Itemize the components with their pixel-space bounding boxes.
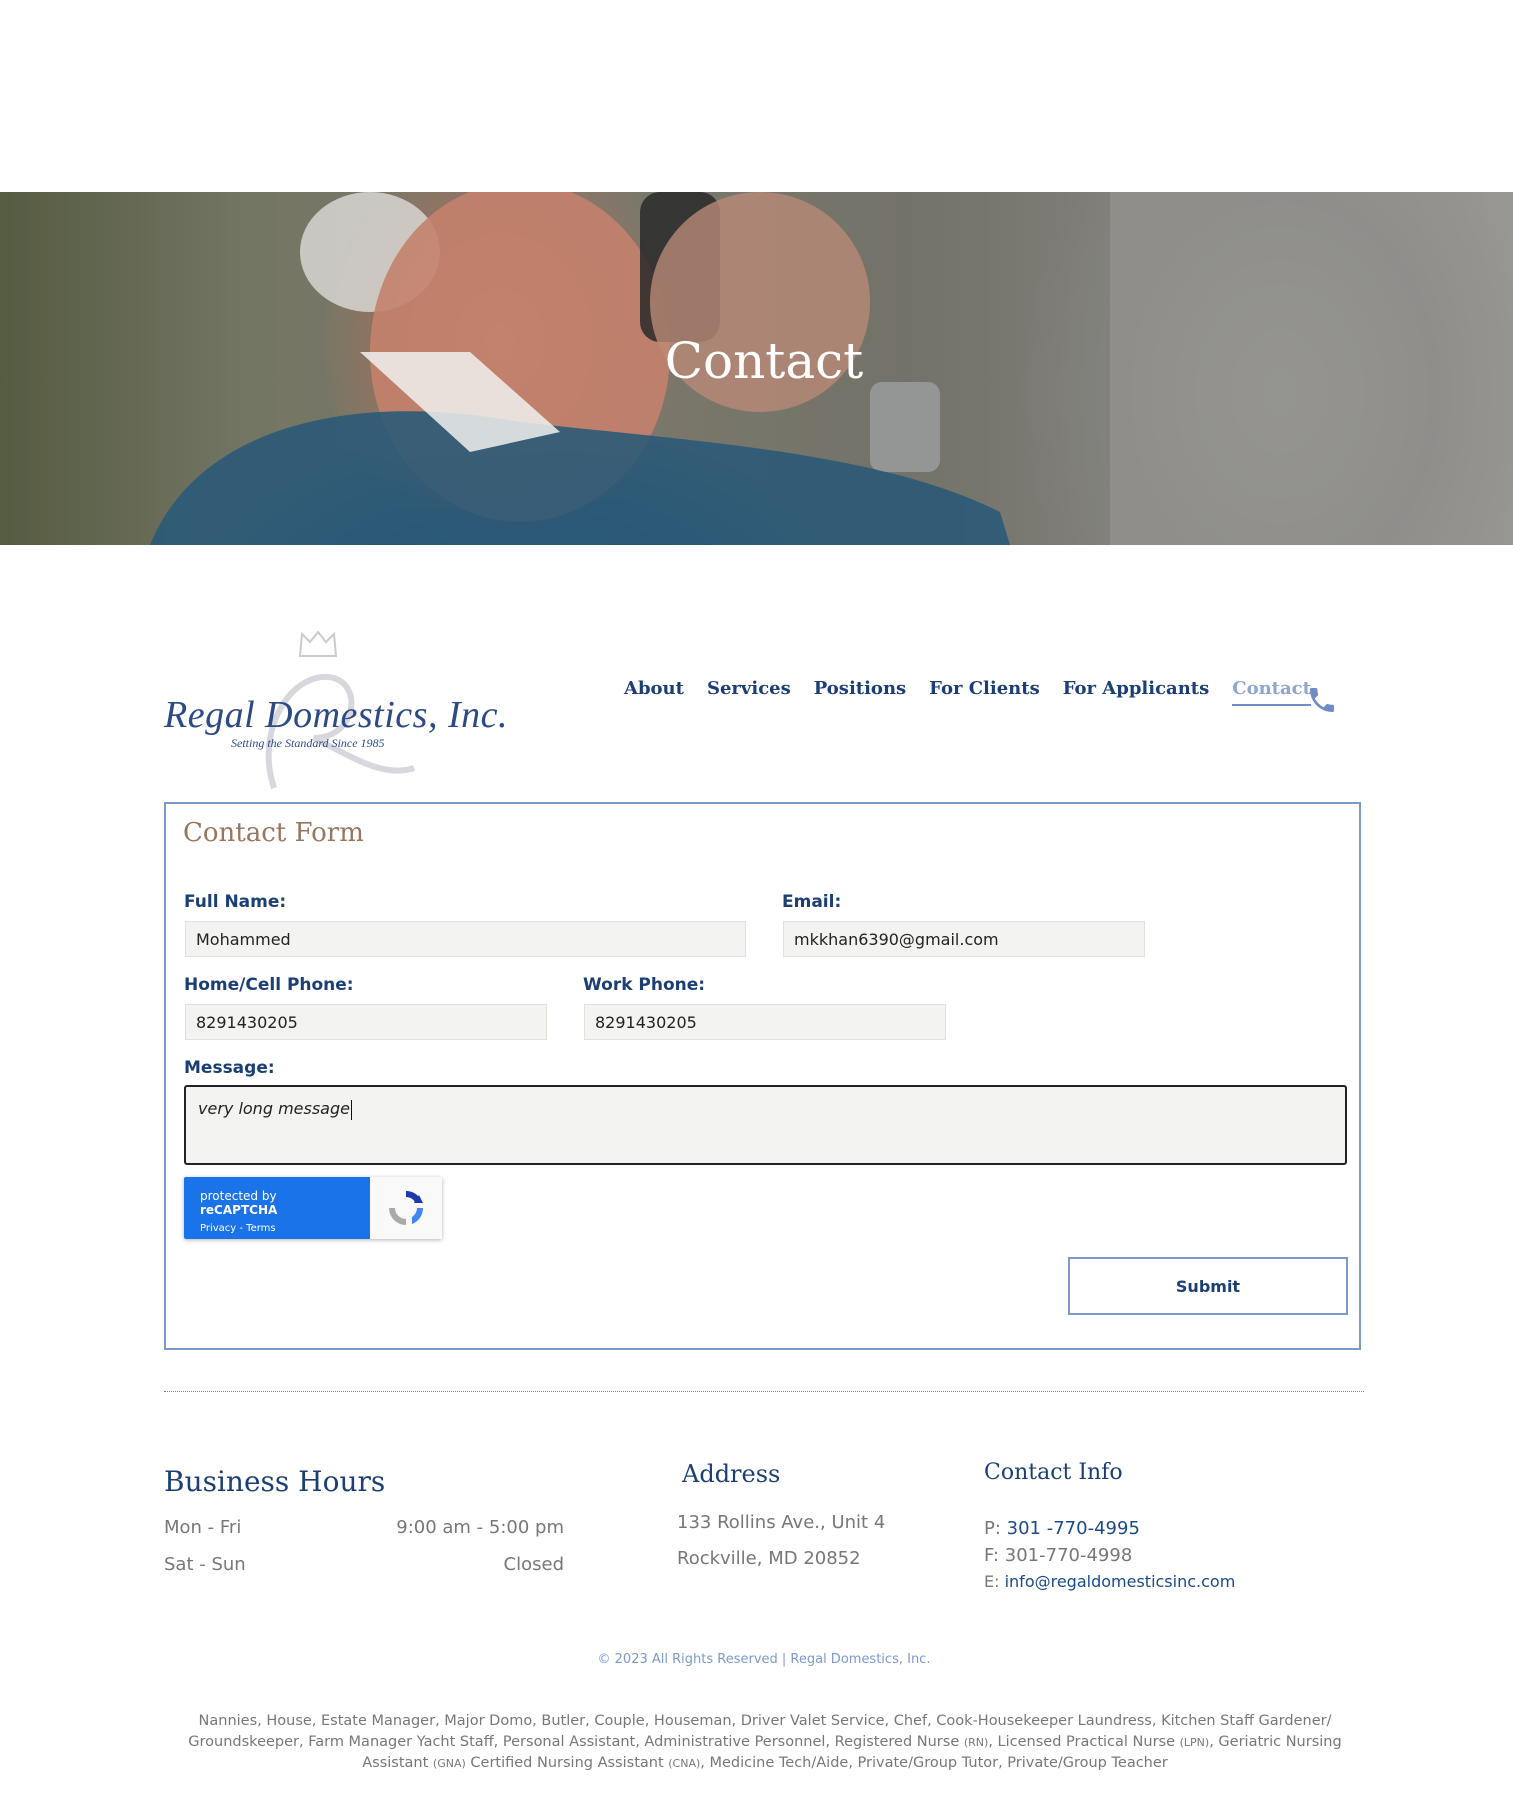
copyright: © 2023 All Rights Reserved | Regal Domes…	[597, 1652, 931, 1667]
nav-about[interactable]: About	[624, 678, 684, 706]
text-cursor	[350, 1099, 352, 1120]
home-phone-input[interactable]: 8291430205	[185, 1004, 547, 1040]
recaptcha-prefix: protected by	[200, 1189, 277, 1203]
full-name-label: Full Name:	[184, 892, 287, 912]
positions-gna: (GNA)	[432, 1757, 466, 1770]
hours-time-weekday: 9:00 am - 5:00 pm	[396, 1517, 564, 1538]
positions-cna: (CNA)	[668, 1757, 701, 1770]
message-text: very long message	[198, 1099, 350, 1118]
contact-fax-row: F: 301-770-4998	[984, 1545, 1132, 1566]
nav-for-applicants[interactable]: For Applicants	[1063, 678, 1210, 706]
hours-days-weekday: Mon - Fri	[164, 1517, 242, 1538]
positions-lpn: (LPN)	[1179, 1736, 1210, 1749]
address-line1: 133 Rollins Ave., Unit 4	[677, 1512, 886, 1533]
work-phone-input[interactable]: 8291430205	[584, 1004, 946, 1040]
fax-number: 301-770-4998	[1004, 1545, 1133, 1566]
address-title: Address	[682, 1460, 781, 1488]
recaptcha-links[interactable]: Privacy - Terms	[200, 1223, 354, 1234]
form-title: Contact Form	[183, 818, 364, 848]
full-name-input[interactable]: Mohammed	[185, 921, 746, 957]
logo-name: Regal Domestics, Inc.	[164, 694, 508, 736]
recaptcha-icon	[370, 1177, 442, 1239]
phone-prefix: P:	[984, 1518, 1001, 1539]
nav-for-clients[interactable]: For Clients	[929, 678, 1040, 706]
contact-form: Contact Form Full Name: Mohammed Email: …	[164, 802, 1361, 1350]
submit-button[interactable]: Submit	[1068, 1257, 1348, 1315]
nav-positions[interactable]: Positions	[814, 678, 906, 706]
message-textarea[interactable]: very long message	[184, 1085, 1347, 1165]
work-phone-label: Work Phone:	[583, 975, 706, 995]
positions-rn: (RN)	[963, 1736, 989, 1749]
main-nav: About Services Positions For Clients For…	[624, 678, 1311, 706]
site-logo[interactable]: Regal Domestics, Inc. Setting the Standa…	[164, 628, 507, 793]
footer-divider	[164, 1391, 1364, 1392]
home-phone-label: Home/Cell Phone:	[184, 975, 354, 995]
email-label: Email:	[782, 892, 842, 912]
recaptcha-brand: reCAPTCHA	[200, 1203, 278, 1217]
email-prefix: E:	[984, 1572, 1000, 1591]
hours-time-weekend: Closed	[503, 1554, 564, 1575]
address-line2: Rockville, MD 20852	[677, 1548, 861, 1569]
positions-list: Nannies, House, Estate Manager, Major Do…	[170, 1711, 1360, 1774]
contact-phone-row: P: 301 -770-4995	[984, 1518, 1140, 1539]
contact-email-row: E: info@regaldomesticsinc.com	[984, 1572, 1235, 1591]
hours-days-weekend: Sat - Sun	[164, 1554, 246, 1575]
phone-icon[interactable]	[1306, 684, 1338, 716]
email-link[interactable]: info@regaldomesticsinc.com	[1005, 1572, 1236, 1591]
page-title: Contact	[664, 332, 864, 390]
recaptcha-badge[interactable]: protected by reCAPTCHA Privacy - Terms	[184, 1177, 442, 1239]
business-hours-title: Business Hours	[164, 1465, 386, 1498]
logo-tagline: Setting the Standard Since 1985	[231, 736, 385, 750]
positions-part5: , Medicine Tech/Aide, Private/Group Tuto…	[700, 1755, 1168, 1771]
message-label: Message:	[184, 1058, 275, 1078]
fax-prefix: F:	[984, 1545, 1000, 1566]
hero-banner: Contact	[0, 192, 1513, 545]
contact-info-title: Contact Info	[984, 1460, 1123, 1485]
nav-contact[interactable]: Contact	[1232, 678, 1311, 706]
email-input[interactable]: mkkhan6390@gmail.com	[783, 921, 1145, 957]
positions-part2: , Licensed Practical Nurse	[988, 1734, 1180, 1750]
positions-part4: Certified Nursing Assistant	[465, 1755, 669, 1771]
recaptcha-info: protected by reCAPTCHA Privacy - Terms	[184, 1177, 370, 1239]
phone-link[interactable]: 301 -770-4995	[1007, 1518, 1140, 1539]
nav-services[interactable]: Services	[707, 678, 791, 706]
